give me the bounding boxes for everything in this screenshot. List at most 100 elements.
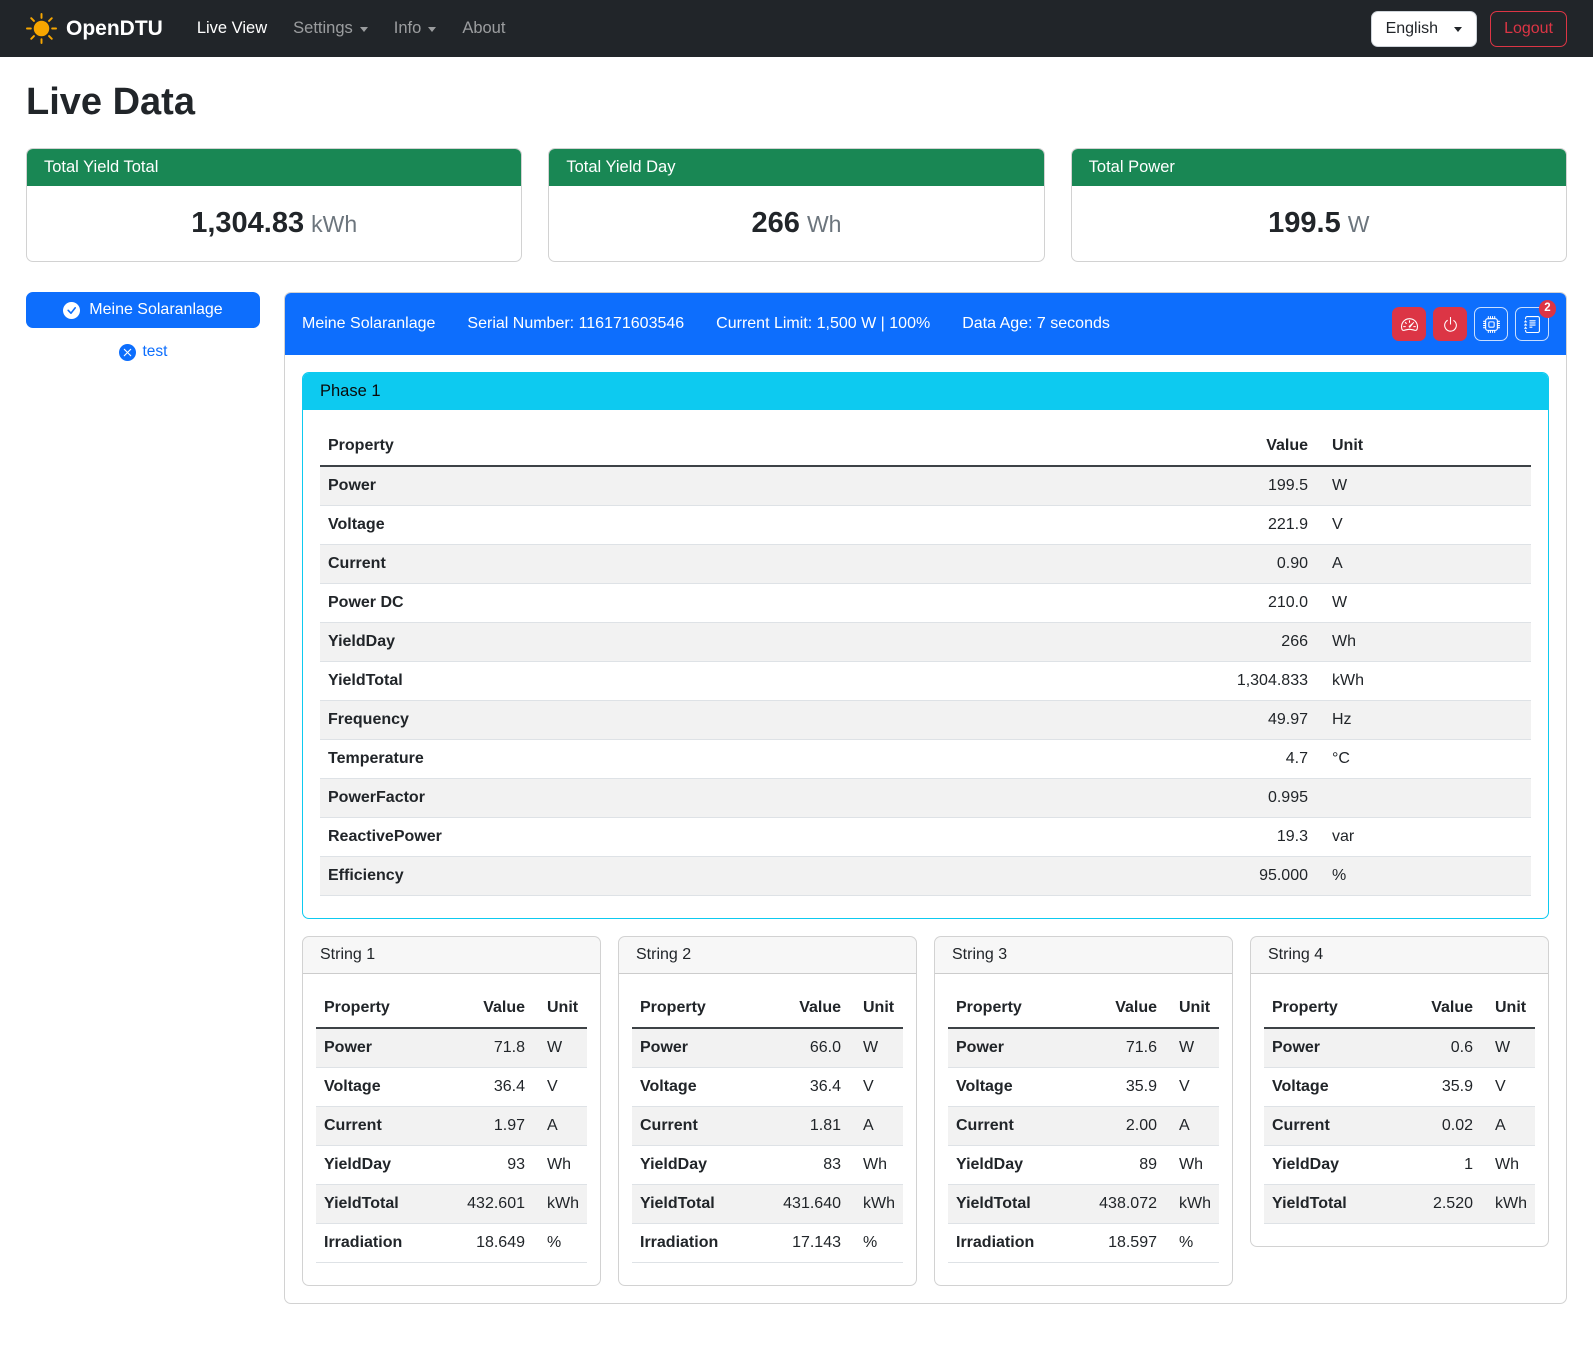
summary-unit: kWh — [311, 211, 357, 237]
unit-cell: Wh — [533, 1146, 587, 1185]
nav-item-settings[interactable]: Settings — [281, 11, 380, 46]
nav-item-about[interactable]: About — [450, 11, 517, 46]
string-table: Property Value Unit Power66.0W Voltage36… — [632, 989, 903, 1263]
property-cell: YieldDay — [948, 1146, 1070, 1185]
string-card-title: String 1 — [303, 937, 600, 974]
page-title: Live Data — [26, 81, 1567, 124]
property-cell: YieldTotal — [1264, 1185, 1386, 1224]
summary-card-title: Total Yield Day — [549, 149, 1043, 186]
string-card-body: Property Value Unit Power71.8W Voltage36… — [303, 974, 600, 1285]
power-icon — [1442, 316, 1459, 333]
table-row: Power71.6W — [948, 1028, 1219, 1068]
value-cell: 199.5 — [1071, 466, 1316, 506]
value-cell: 210.0 — [1071, 584, 1316, 623]
inverter-card-header: Meine Solaranlage Serial Number: 1161716… — [285, 293, 1566, 355]
table-row: YieldTotal432.601kWh — [316, 1185, 587, 1224]
value-cell: 93 — [438, 1146, 533, 1185]
property-cell: Irradiation — [316, 1224, 438, 1263]
inverter-select-label: Meine Solaranlage — [89, 301, 222, 319]
value-cell: 1.97 — [438, 1107, 533, 1146]
phase-title: Phase 1 — [303, 373, 1548, 410]
table-row: YieldDay89Wh — [948, 1146, 1219, 1185]
property-cell: Current — [632, 1107, 754, 1146]
table-header-row: Property Value Unit — [316, 989, 587, 1028]
nav-item-label: About — [462, 19, 505, 38]
unit-cell: A — [1481, 1107, 1535, 1146]
table-row: Frequency49.97Hz — [320, 701, 1531, 740]
table-row: Current1.81A — [632, 1107, 903, 1146]
inverter-select-button[interactable]: Meine Solaranlage — [26, 292, 260, 328]
logout-button[interactable]: Logout — [1490, 11, 1567, 47]
language-select[interactable]: English — [1371, 11, 1477, 47]
language-value: English — [1386, 20, 1438, 38]
property-cell: Irradiation — [948, 1224, 1070, 1263]
property-cell: YieldDay — [316, 1146, 438, 1185]
table-row: Current1.97A — [316, 1107, 587, 1146]
chevron-down-icon — [360, 27, 368, 32]
power-toggle-button[interactable] — [1433, 307, 1467, 341]
value-cell: 431.640 — [754, 1185, 849, 1224]
test-inverter-link[interactable]: test — [26, 343, 260, 361]
nav-item-label: Live View — [197, 19, 267, 38]
brand[interactable]: OpenDTU — [26, 13, 163, 44]
table-row: Current0.02A — [1264, 1107, 1535, 1146]
table-row: Voltage36.4V — [632, 1068, 903, 1107]
table-row: Current0.90A — [320, 545, 1531, 584]
value-cell: 1.81 — [754, 1107, 849, 1146]
events-count-badge: 2 — [1539, 300, 1556, 318]
unit-cell: W — [1165, 1028, 1219, 1068]
unit-cell: Wh — [1481, 1146, 1535, 1185]
column-header-property: Property — [320, 427, 1071, 466]
table-row: YieldTotal1,304.833kWh — [320, 662, 1531, 701]
nav-item-live-view[interactable]: Live View — [185, 11, 279, 46]
navbar-right: English Logout — [1371, 11, 1567, 47]
property-cell: Voltage — [632, 1068, 754, 1107]
value-cell: 0.995 — [1071, 779, 1316, 818]
property-cell: YieldDay — [1264, 1146, 1386, 1185]
property-cell: Voltage — [948, 1068, 1070, 1107]
property-cell: Power — [948, 1028, 1070, 1068]
inverter-card: Meine Solaranlage Serial Number: 1161716… — [284, 292, 1567, 1304]
test-link-label: test — [143, 343, 168, 361]
nav-item-info[interactable]: Info — [382, 11, 449, 46]
table-row: YieldDay93Wh — [316, 1146, 587, 1185]
chevron-down-icon — [428, 27, 436, 32]
property-cell: Temperature — [320, 740, 1071, 779]
value-cell: 2.00 — [1070, 1107, 1165, 1146]
navbar: OpenDTU Live View Settings Info About En… — [0, 0, 1593, 57]
summary-card-body: 266Wh — [549, 186, 1043, 261]
unit-cell: kWh — [1165, 1185, 1219, 1224]
table-header-row: Property Value Unit — [948, 989, 1219, 1028]
string-table: Property Value Unit Power71.8W Voltage36… — [316, 989, 587, 1263]
string-table: Property Value Unit Power71.6W Voltage35… — [948, 989, 1219, 1263]
property-cell: YieldTotal — [632, 1185, 754, 1224]
value-cell: 66.0 — [754, 1028, 849, 1068]
property-cell: Current — [320, 545, 1071, 584]
summary-cards: Total Yield Total 1,304.83kWh Total Yiel… — [26, 148, 1567, 262]
summary-card-total-yield-total: Total Yield Total 1,304.83kWh — [26, 148, 522, 262]
cpu-icon — [1483, 316, 1500, 333]
page-content: Live Data Total Yield Total 1,304.83kWh … — [0, 57, 1593, 1330]
table-row: YieldTotal438.072kWh — [948, 1185, 1219, 1224]
unit-cell: W — [1316, 466, 1531, 506]
device-info-button[interactable] — [1474, 307, 1508, 341]
table-row: Voltage35.9V — [1264, 1068, 1535, 1107]
property-cell: Current — [1264, 1107, 1386, 1146]
nav-links: Live View Settings Info About — [185, 11, 1371, 46]
value-cell: 36.4 — [754, 1068, 849, 1107]
unit-cell: Wh — [1165, 1146, 1219, 1185]
summary-value: 266 — [752, 207, 800, 239]
inverter-name: Meine Solaranlage — [302, 315, 435, 333]
table-row: Irradiation17.143% — [632, 1224, 903, 1263]
limit-settings-button[interactable] — [1392, 307, 1426, 341]
table-row: Irradiation18.649% — [316, 1224, 587, 1263]
string-card-2: String 2 Property Value Unit — [618, 936, 917, 1286]
property-cell: Voltage — [320, 506, 1071, 545]
value-cell: 432.601 — [438, 1185, 533, 1224]
column-header-value: Value — [754, 989, 849, 1028]
property-cell: Voltage — [316, 1068, 438, 1107]
table-row: Irradiation18.597% — [948, 1224, 1219, 1263]
event-log-button[interactable]: 2 — [1515, 307, 1549, 341]
column-header-unit: Unit — [1316, 427, 1531, 466]
table-header-row: Property Value Unit — [320, 427, 1531, 466]
